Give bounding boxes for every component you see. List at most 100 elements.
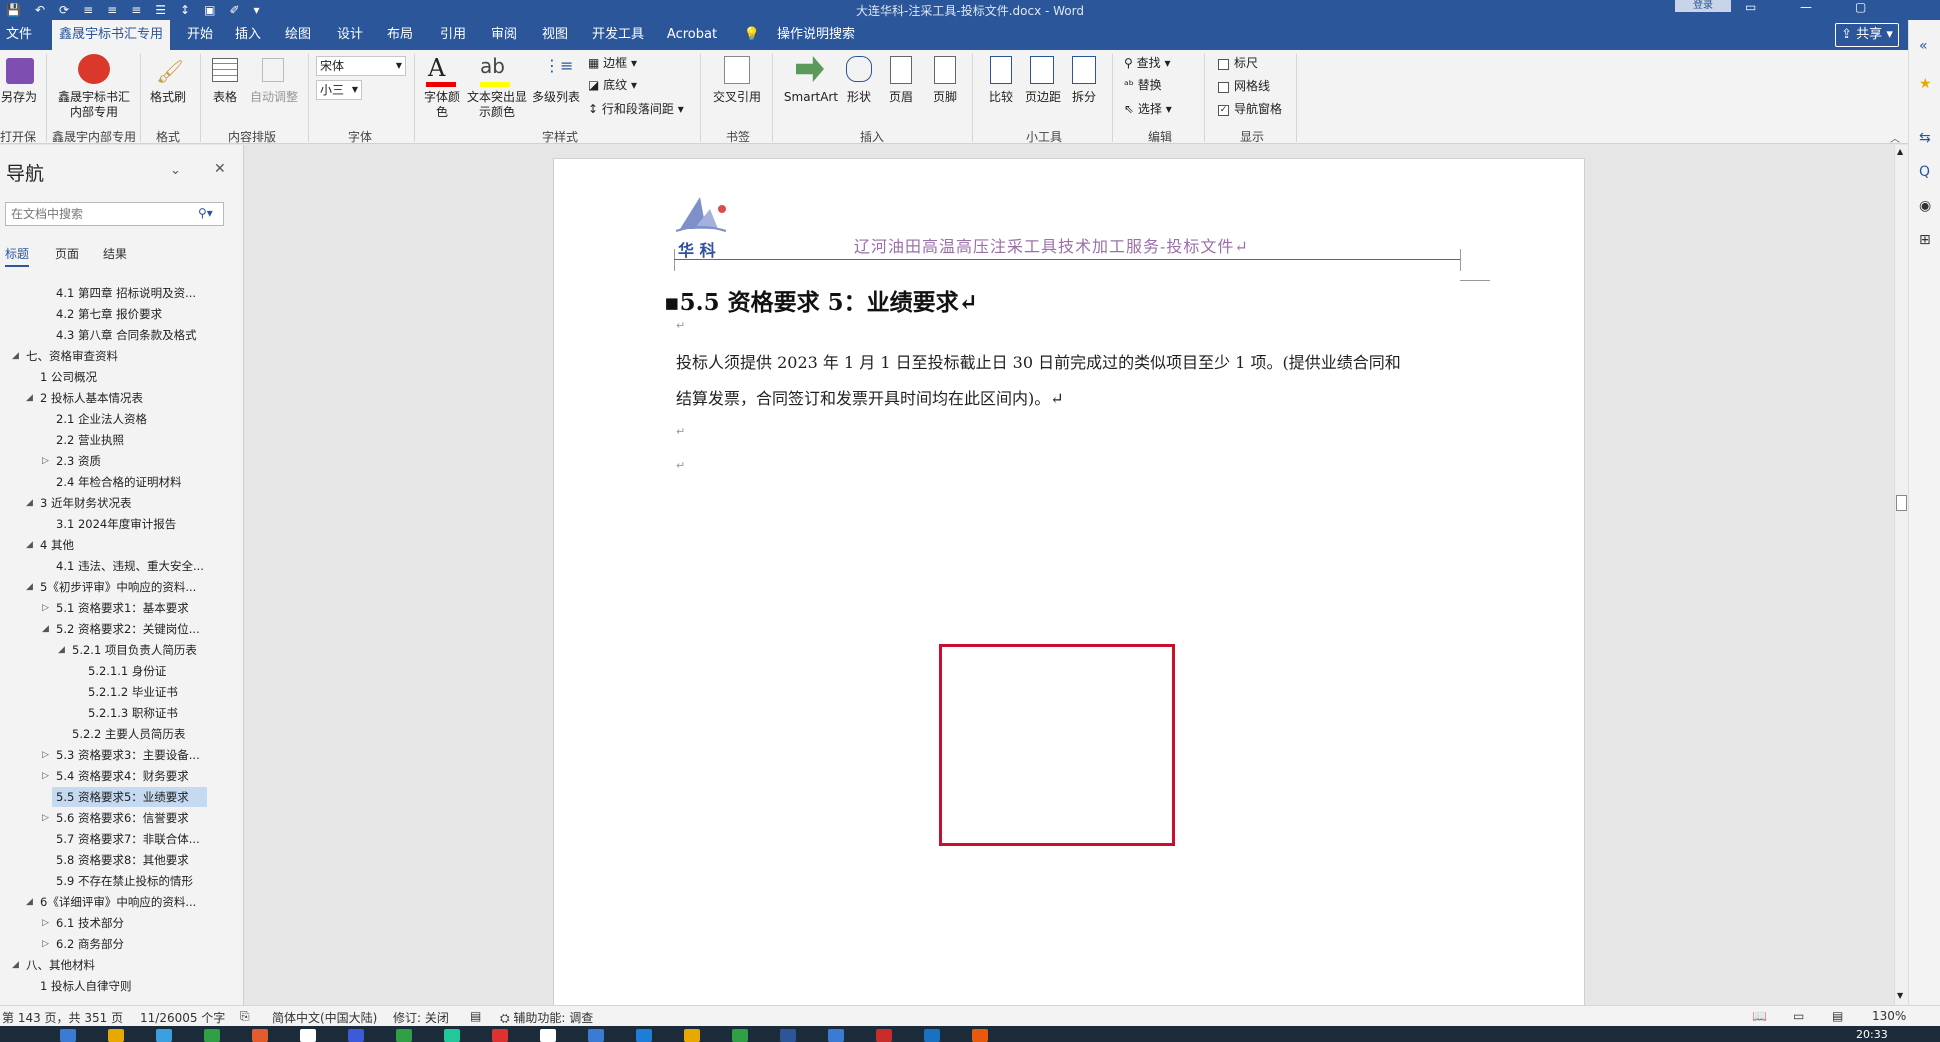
header-button[interactable]: 页眉	[882, 90, 920, 105]
footer-button[interactable]: 页脚	[926, 90, 964, 105]
nav-heading-item[interactable]: 5.2.1.1 身份证	[84, 661, 184, 681]
nav-heading-item[interactable]: 4.1 第四章 招标说明及资...	[52, 283, 214, 303]
nav-search-input[interactable]: 在文档中搜索	[5, 202, 224, 226]
table-button[interactable]: 表格	[206, 90, 244, 105]
close-icon[interactable]: ✕	[214, 161, 226, 177]
scroll-thumb[interactable]	[1896, 495, 1907, 511]
nav-heading-item[interactable]: 2 投标人基本情况表	[36, 388, 161, 408]
tab-file[interactable]: 文件	[0, 20, 38, 50]
collapse-triangle-icon[interactable]: ◢	[58, 645, 65, 655]
expand-triangle-icon[interactable]: ▷	[42, 939, 49, 949]
expand-triangle-icon[interactable]: ▷	[42, 750, 49, 760]
language[interactable]: 简体中文(中国大陆)	[272, 1009, 377, 1026]
macro-icon[interactable]: ▤	[470, 1009, 481, 1023]
nav-heading-item[interactable]: 5.3 资格要求3：主要设备...	[52, 745, 218, 765]
accessibility[interactable]: ⛭ 辅助功能: 调查	[500, 1009, 593, 1026]
taskbar-app-icon[interactable]	[108, 1029, 124, 1042]
tab-xsy[interactable]: 鑫晟宇标书汇专用	[52, 20, 170, 50]
login-button[interactable]: 登录	[1675, 0, 1731, 12]
proofing-icon[interactable]: ⎘	[240, 1009, 250, 1024]
scroll-up-icon[interactable]: ▲	[1897, 147, 1903, 156]
tab-layout[interactable]: 布局	[380, 20, 420, 50]
scroll-down-icon[interactable]: ▼	[1897, 991, 1903, 1000]
track-changes[interactable]: 修订: 关闭	[393, 1009, 449, 1026]
nav-heading-item[interactable]: 5.4 资格要求4：财务要求	[52, 766, 207, 786]
taskbar-app-icon[interactable]	[300, 1029, 316, 1042]
taskbar-app-icon[interactable]	[828, 1029, 844, 1042]
search-icon[interactable]: ⚲▾	[198, 206, 213, 220]
nav-heading-item[interactable]: 4.3 第八章 合同条款及格式	[52, 325, 215, 345]
collapse-triangle-icon[interactable]: ◢	[12, 351, 19, 361]
collapse-ribbon-icon[interactable]: ︿	[1890, 130, 1900, 145]
nav-heading-item[interactable]: 1 公司概况	[36, 367, 115, 387]
select-button[interactable]: ⇖ 选择 ▾	[1124, 102, 1172, 117]
margins-button[interactable]: 页边距	[1022, 90, 1064, 105]
nav-heading-item[interactable]: 5.2 资格要求2：关键岗位...	[52, 619, 218, 639]
nav-heading-item[interactable]: 5.5 资格要求5：业绩要求	[52, 787, 207, 807]
nav-heading-item[interactable]: 1 投标人自律守则	[36, 976, 149, 996]
expand-triangle-icon[interactable]: ▷	[42, 918, 49, 928]
font-size-select[interactable]: 小三 ▼	[316, 80, 362, 100]
search-icon[interactable]: Q	[1919, 164, 1930, 180]
nav-heading-item[interactable]: 5.2.2 主要人员简历表	[68, 724, 203, 744]
collapse-panel-icon[interactable]: «	[1919, 38, 1928, 54]
collapse-triangle-icon[interactable]: ◢	[26, 582, 33, 592]
star-icon[interactable]: ★	[1919, 76, 1932, 92]
taskbar-app-icon[interactable]	[924, 1029, 940, 1042]
nav-heading-item[interactable]: 5.1 资格要求1：基本要求	[52, 598, 207, 618]
nav-pane-checkbox[interactable]: ✓	[1218, 105, 1229, 116]
taskbar-app-icon[interactable]	[684, 1029, 700, 1042]
expand-triangle-icon[interactable]: ▷	[42, 603, 49, 613]
xsy-button[interactable]: 鑫晟宇标书汇内部专用	[56, 90, 132, 120]
taskbar-app-icon[interactable]	[156, 1029, 172, 1042]
taskbar-app-icon[interactable]	[492, 1029, 508, 1042]
taskbar-app-icon[interactable]	[540, 1029, 556, 1042]
split-button[interactable]: 拆分	[1066, 90, 1102, 105]
taskbar-app-icon[interactable]	[204, 1029, 220, 1042]
taskbar-app-icon[interactable]	[876, 1029, 892, 1042]
nav-heading-item[interactable]: 2.1 企业法人资格	[52, 409, 165, 429]
nav-tab-results[interactable]: 结果	[103, 245, 127, 262]
taskbar-app-icon[interactable]	[732, 1029, 748, 1042]
taskbar-app-icon[interactable]	[252, 1029, 268, 1042]
nav-heading-item[interactable]: 5.9 不存在禁止投标的情形	[52, 871, 211, 891]
page-count[interactable]: 第 143 页，共 351 页	[2, 1009, 123, 1026]
nav-heading-item[interactable]: 5.2.1 项目负责人简历表	[68, 640, 215, 660]
nav-heading-item[interactable]: 3.1 2024年度审计报告	[52, 514, 194, 534]
nav-heading-item[interactable]: 八、其他材料	[22, 955, 113, 975]
collapse-triangle-icon[interactable]: ◢	[42, 624, 49, 634]
nav-heading-item[interactable]: 5.2.1.3 职称证书	[84, 703, 196, 723]
collapse-triangle-icon[interactable]: ◢	[12, 960, 19, 970]
share-button[interactable]: ⇪ 共享 ▾	[1835, 23, 1899, 47]
font-color-button[interactable]: 字体颜色	[420, 90, 464, 120]
nav-heading-item[interactable]: 6.1 技术部分	[52, 913, 142, 933]
add-icon[interactable]: ⊞	[1919, 232, 1931, 248]
shapes-button[interactable]: 形状	[840, 90, 878, 105]
zoom-level[interactable]: 130%	[1872, 1009, 1906, 1023]
tell-me-search[interactable]: 操作说明搜索	[768, 20, 864, 50]
nav-heading-item[interactable]: 4.2 第七章 报价要求	[52, 304, 180, 324]
ruler-checkbox[interactable]	[1218, 59, 1229, 70]
nav-heading-item[interactable]: 6.2 商务部分	[52, 934, 142, 954]
tab-review[interactable]: 审阅	[484, 20, 524, 50]
nav-heading-item[interactable]: 2.4 年检合格的证明材料	[52, 472, 199, 492]
nav-heading-item[interactable]: 5.7 资格要求7：非联合体...	[52, 829, 218, 849]
nav-heading-item[interactable]: 5.2.1.2 毕业证书	[84, 682, 196, 702]
expand-triangle-icon[interactable]: ▷	[42, 813, 49, 823]
gridlines-checkbox[interactable]	[1218, 82, 1229, 93]
read-mode-icon[interactable]: 📖	[1752, 1009, 1767, 1023]
web-layout-icon[interactable]: ▤	[1832, 1009, 1843, 1023]
compare-button[interactable]: 比较	[982, 90, 1020, 105]
line-spacing-button[interactable]: ↕ 行和段落间距 ▾	[588, 102, 684, 117]
collapse-triangle-icon[interactable]: ◢	[26, 540, 33, 550]
nav-heading-item[interactable]: 2.2 营业执照	[52, 430, 142, 450]
chevron-down-icon[interactable]: ⌄	[170, 163, 181, 178]
nav-heading-item[interactable]: 4.1 违法、违规、重大安全...	[52, 556, 222, 576]
ribbon-display-icon[interactable]: ▭	[1745, 0, 1756, 14]
tab-acrobat[interactable]: Acrobat	[662, 20, 722, 50]
word-count[interactable]: 11/26005 个字	[140, 1009, 225, 1026]
nav-tab-headings[interactable]: 标题	[5, 245, 30, 267]
cross-reference-button[interactable]: 交叉引用	[708, 90, 766, 105]
nav-heading-item[interactable]: 6《详细评审》中响应的资料...	[36, 892, 214, 912]
smartart-button[interactable]: SmartArt	[780, 90, 842, 105]
